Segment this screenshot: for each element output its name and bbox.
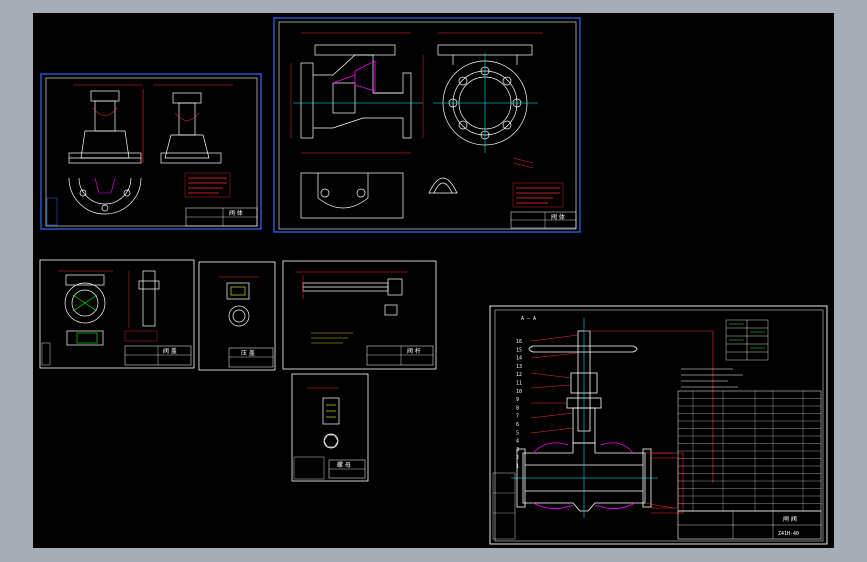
part-number-label: 6	[516, 422, 519, 428]
cad-drawing-canvas: 阀 体 阀 体 阀 盖 压 盖 阀 杆 螺 母 A — A 16 15 14 1…	[33, 13, 834, 548]
part-number-label: 9	[516, 397, 519, 403]
part-number-label: 7	[516, 414, 519, 420]
sheet-title: 压 盖	[241, 349, 255, 357]
part-number-label: 1	[516, 464, 519, 470]
section-label: A — A	[521, 316, 536, 322]
sheet-valve-body-small[interactable]: 阀 体	[40, 73, 262, 230]
part-number-label: 13	[516, 364, 522, 370]
sheet-title: 闸 阀	[783, 515, 797, 523]
sheet-title: 阀 盖	[163, 347, 177, 355]
title-block: 压 盖	[228, 347, 274, 368]
part-number-label: 8	[516, 405, 519, 411]
part-number-balloons: 16 15 14 13 12 11 10 9 8 7 6 5 4 3 2 1	[516, 339, 522, 470]
sheet-title: 阀 体	[551, 213, 565, 221]
title-block: 螺 母	[328, 459, 366, 479]
title-block: 阀 盖	[124, 345, 192, 366]
part-number-label: 3	[516, 447, 519, 453]
part-number-label: 10	[516, 389, 522, 395]
title-block: 闸 阀 Z41H-40	[677, 510, 822, 540]
sheet-valve-body-large[interactable]: 阀 体	[273, 17, 581, 233]
part-number-label: 14	[516, 356, 522, 362]
sheet-nut-part[interactable]: 螺 母	[291, 373, 369, 482]
bill-of-materials	[677, 390, 822, 512]
title-block: 阀 体	[510, 211, 577, 229]
sheet-gate-valve-assembly[interactable]: A — A 16151413121110987654321 闸 阀 Z41H-4…	[489, 305, 828, 545]
drawing-number: Z41H-40	[778, 531, 799, 537]
title-block: 阀 杆	[366, 345, 434, 366]
part-number-label: 5	[516, 430, 519, 436]
sheet-title: 阀 杆	[407, 347, 421, 355]
sheet-title: 阀 体	[229, 209, 243, 217]
sheet-title: 螺 母	[337, 461, 351, 469]
part-number-label: 4	[516, 439, 519, 445]
sheet-bonnet-part[interactable]: 阀 盖	[39, 259, 195, 369]
title-block: 阀 体	[185, 207, 258, 227]
part-number-label: 2	[516, 455, 519, 461]
part-number-label: 16	[516, 339, 522, 345]
sheet-stem-part[interactable]: 阀 杆	[282, 260, 437, 370]
part-number-label: 12	[516, 372, 522, 378]
part-number-label: 15	[516, 347, 522, 353]
sheet-gland-part[interactable]: 压 盖	[198, 261, 276, 371]
part-number-label: 11	[516, 381, 522, 387]
